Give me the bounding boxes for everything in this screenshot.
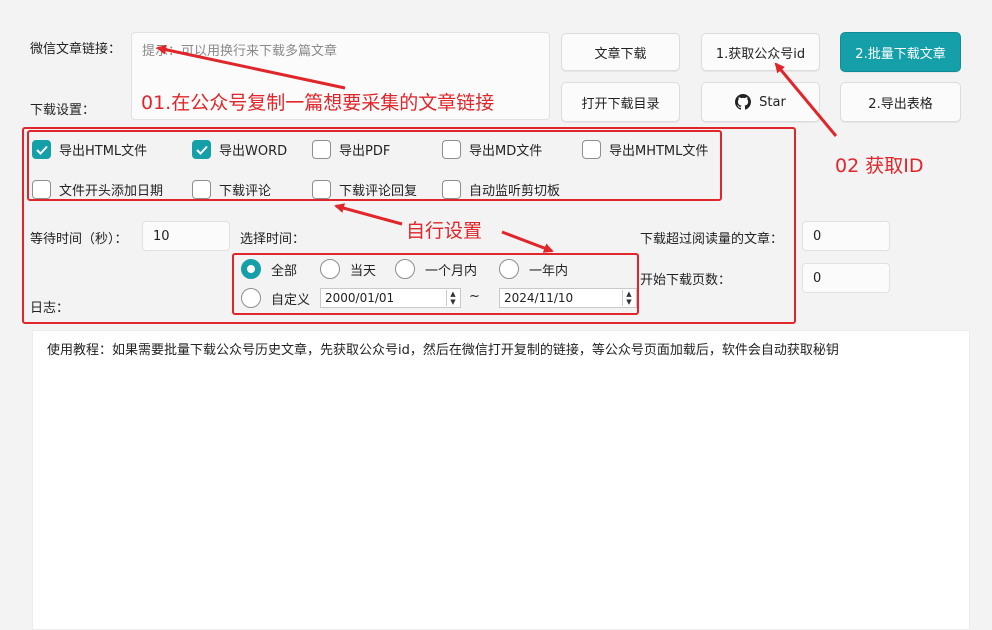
arrow-to-time-options [501, 230, 554, 253]
arrow-to-link-input [156, 44, 346, 90]
arrow-to-checkboxes [334, 203, 403, 226]
annotation-arrows [156, 44, 838, 253]
arrow-to-get-id [774, 62, 838, 137]
